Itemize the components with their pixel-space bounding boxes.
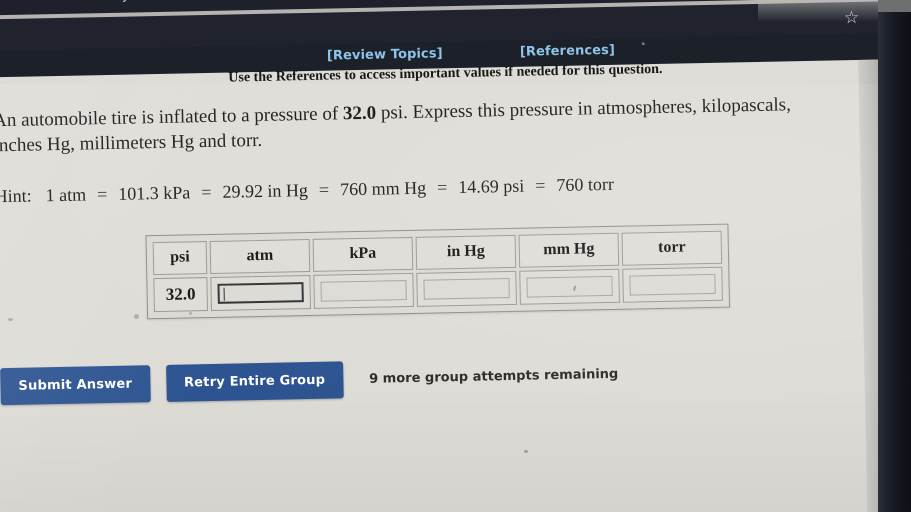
- hint-label: Hint:: [0, 185, 32, 207]
- references-link[interactable]: [References]: [520, 43, 615, 60]
- hint-equals-3: =: [436, 177, 448, 198]
- monitor-bezel-top-right: [878, 0, 911, 12]
- column-header-inhg: in Hg: [415, 234, 517, 270]
- hint-term-1: 101.3 kPa: [118, 182, 191, 204]
- answer-input-torr[interactable]: [629, 273, 716, 296]
- psi-given-value: 32.0: [165, 284, 196, 304]
- column-header-psi: psi: [152, 241, 208, 276]
- cell-kpa-input[interactable]: [313, 272, 414, 309]
- monitor-photo-plane: ...tivity.do?locator=assignment-take ☆ 🧩…: [0, 0, 911, 512]
- attempts-remaining-text: 9 more group attempts remaining: [369, 366, 619, 387]
- answer-input-mmhg[interactable]: [526, 275, 613, 298]
- column-header-mmhg: mm Hg: [518, 232, 620, 268]
- hint-equals-4: =: [535, 175, 546, 196]
- cell-atm-input[interactable]: [210, 274, 311, 311]
- hint-equals-1: =: [201, 181, 212, 203]
- table-row: 32.0: [153, 266, 723, 313]
- cell-psi-given: 32.0: [153, 277, 209, 313]
- hint-equals-2: =: [318, 179, 330, 200]
- cell-mmhg-input[interactable]: [519, 268, 620, 305]
- star-icon[interactable]: ☆: [844, 8, 860, 28]
- retry-entire-group-button[interactable]: Retry Entire Group: [165, 361, 344, 402]
- screen-dust-speck: [641, 42, 645, 46]
- column-header-atm: atm: [209, 238, 311, 274]
- hint-term-3: 760 mm Hg: [339, 177, 427, 200]
- answer-table: psi atm kPa in Hg mm Hg torr 32.0: [145, 223, 731, 320]
- submit-answer-button[interactable]: Submit Answer: [0, 365, 151, 406]
- monitor-bezel-right: [878, 0, 911, 512]
- review-topics-link[interactable]: [Review Topics]: [327, 46, 443, 63]
- column-header-kpa: kPa: [312, 236, 414, 272]
- hint-term-5: 760 torr: [556, 173, 615, 196]
- answer-input-inhg[interactable]: [423, 277, 510, 300]
- hint-term-0: 1 atm: [45, 184, 87, 206]
- column-header-torr: torr: [621, 230, 723, 266]
- hint-term-2: 29.92 in Hg: [222, 180, 309, 202]
- text-caret: [223, 287, 225, 301]
- cell-torr-input[interactable]: [622, 266, 723, 303]
- screen-dust-speck: [573, 285, 577, 291]
- screenshot-root: ...tivity.do?locator=assignment-take ☆ 🧩…: [0, 0, 911, 512]
- question-given-value: 32.0: [342, 102, 377, 125]
- answer-input-atm[interactable]: [217, 282, 304, 304]
- cell-inhg-input[interactable]: [416, 270, 517, 307]
- question-text-before: An automobile tire is inflated to a pres…: [0, 103, 344, 132]
- url-text: ...tivity.do?locator=assignment-take: [76, 0, 355, 4]
- answer-input-kpa[interactable]: [320, 280, 407, 302]
- hint-term-4: 14.69 psi: [458, 175, 525, 197]
- hint-equals-0: =: [96, 184, 108, 205]
